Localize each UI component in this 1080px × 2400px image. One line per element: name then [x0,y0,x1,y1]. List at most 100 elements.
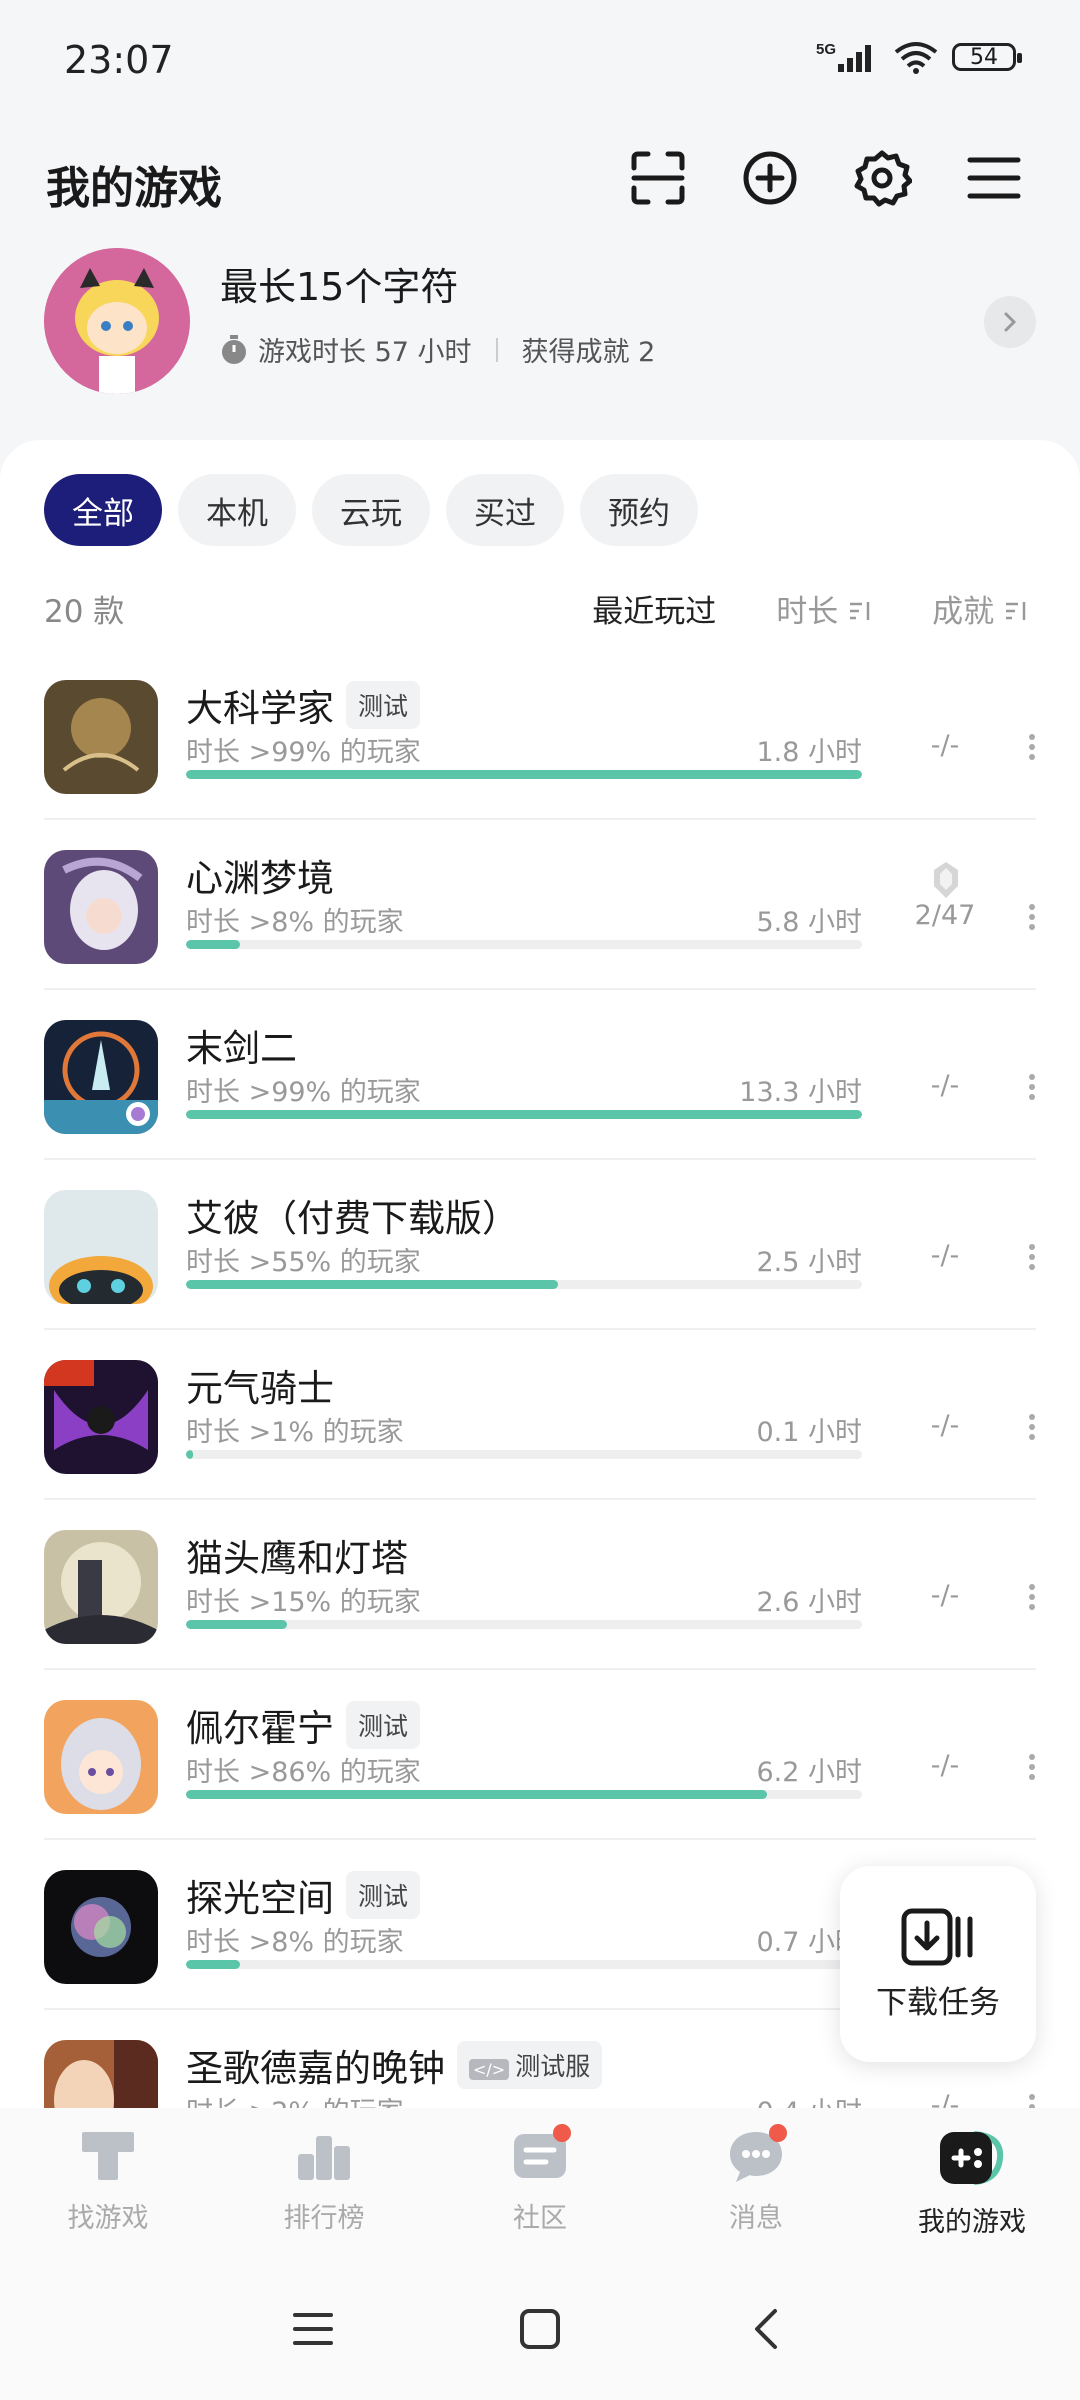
nav-ranking[interactable]: 排行榜 [216,2108,432,2258]
progress-fill [186,940,241,949]
home-icon[interactable] [518,2307,562,2351]
playtime-rank: 时长 >99% 的玩家 [186,1077,421,1108]
more-icon[interactable] [1028,1414,1036,1440]
sort-achievement-button[interactable]: 成就 [932,586,1028,631]
game-icon [44,2040,158,2110]
more-icon[interactable] [1028,734,1036,760]
chip-local[interactable]: 本机 [178,474,296,546]
chip-purchased[interactable]: 买过 [446,474,564,546]
sort-recent[interactable]: 最近玩过 [592,586,716,631]
game-title: 心渊梦境 [186,857,334,900]
game-icon [44,1530,158,1644]
play-hours: 2.6 小时 [756,1587,862,1618]
game-title: 元气骑士 [186,1367,334,1410]
notification-badge [769,2124,787,2142]
game-icon [44,1020,158,1134]
more-icon[interactable] [1028,1584,1036,1610]
sort-achievement-label: 成就 [932,594,995,630]
game-row-da-kexuejia[interactable]: 大科学家 测试 时长 >99% 的玩家 1.8 小时 -/- [0,650,1080,820]
game-row-owl-and-lighthouse[interactable]: 猫头鹰和灯塔 时长 >15% 的玩家 2.6 小时 -/- [0,1500,1080,1670]
game-title: 佩尔霍宁 [186,1707,334,1750]
play-time: 游戏时长 57 小时 [258,337,472,368]
progress-fill [186,770,862,779]
nav-find-game[interactable]: 找游戏 [0,2108,216,2258]
achievement-count: 获得成就 2 [521,337,656,368]
playtime-rank: 时长 >86% 的玩家 [186,1757,421,1788]
nav-community[interactable]: 社区 [432,2108,648,2258]
nav-messages[interactable]: 消息 [648,2108,864,2258]
playtime-rank: 时长 >8% 的玩家 [186,907,404,938]
my-games-icon [940,2131,1004,2185]
bottom-navigation: 找游戏 排行榜 社区 消息 我的游戏 [0,2108,1080,2258]
game-icon [44,1700,158,1814]
chip-all[interactable]: 全部 [44,474,162,546]
game-row-yuanqi-qishi[interactable]: 元气骑士 时长 >1% 的玩家 0.1 小时 -/- [0,1330,1080,1500]
playtime-rank: 时长 >8% 的玩家 [186,1927,404,1958]
avatar[interactable] [44,248,190,394]
chevron-right-icon [1004,312,1017,332]
playtime-rank: 时长 >2% 的玩家 [186,2090,404,2110]
chip-reserved[interactable]: 预约 [580,474,698,546]
game-row-peierhuoning[interactable]: 佩尔霍宁 测试 时长 >86% 的玩家 6.2 小时 -/- [0,1670,1080,1840]
achievement-trophy-icon [934,862,958,898]
game-title: 艾彼（付费下载版） [186,1197,519,1240]
cellular-signal-icon: 5G [816,41,871,72]
gear-icon[interactable] [852,148,912,208]
nav-my-games[interactable]: 我的游戏 [864,2108,1080,2258]
progress-fill [186,1450,193,1459]
status-bar: 23:07 5G 54 [0,0,1080,120]
nav-label: 排行榜 [283,2203,365,2234]
menu-icon[interactable] [964,148,1024,208]
more-icon[interactable] [1028,1244,1036,1270]
game-title-group: 元气骑士 [186,1358,334,1412]
battery-icon: 54 [952,43,1022,71]
stopwatch-icon [222,334,246,364]
playtime-rank: 时长 >1% 的玩家 [186,1417,404,1448]
test-tag: 测试 [346,1871,421,1919]
recent-apps-icon[interactable] [291,2309,335,2349]
find-game-icon [82,2132,134,2180]
game-title: 猫头鹰和灯塔 [186,1537,408,1580]
achievement-progress: -/- [930,1070,960,1101]
page-title: 我的游戏 [46,163,222,214]
game-title-group: 佩尔霍宁 测试 [186,1698,421,1752]
scan-icon[interactable] [628,148,688,208]
playtime-progress [186,1960,862,1969]
progress-fill [186,1960,241,1969]
play-hours: 0.1 小时 [756,1417,862,1448]
download-tasks-button[interactable]: 下载任务 [840,1866,1036,2062]
game-row-aibi[interactable]: 艾彼（付费下载版） 时长 >55% 的玩家 2.5 小时 -/- [0,1160,1080,1330]
sort-options: 最近玩过 时长 成就 [592,586,1028,631]
playtime-progress [186,770,862,779]
nav-label: 社区 [513,2203,567,2234]
chip-cloud[interactable]: 云玩 [312,474,430,546]
play-hours: 1.8 小时 [756,737,862,768]
nav-label: 消息 [729,2203,783,2234]
add-icon[interactable] [740,148,800,208]
sort-time-button[interactable]: 时长 [776,586,872,631]
more-icon[interactable] [1028,1754,1036,1780]
battery-level: 54 [970,44,998,70]
more-icon[interactable] [1028,1074,1036,1100]
game-row-mojian-er[interactable]: 末剑二 时长 >99% 的玩家 13.3 小时 -/- [0,990,1080,1160]
achievement-progress: -/- [930,730,960,761]
playtime-progress [186,1620,862,1629]
playtime-rank: 时长 >15% 的玩家 [186,1587,421,1618]
achievement-progress: -/- [930,1240,960,1271]
wifi-icon [894,42,938,74]
more-icon[interactable] [1028,904,1036,930]
sort-icon [1006,602,1026,620]
game-icon [44,1360,158,1474]
playtime-progress [186,940,862,949]
profile-name: 最长15个字符 [220,265,459,309]
game-count: 20 款 [44,594,125,630]
game-row-xinyuan-mengjing[interactable]: 心渊梦境 时长 >8% 的玩家 5.8 小时 2/47 [0,820,1080,990]
back-icon[interactable] [745,2307,789,2351]
achievement-progress: -/- [930,2090,960,2110]
game-title-group: 末剑二 [186,1018,297,1072]
status-icons: 5G 54 [816,40,1022,74]
header-actions [628,148,1024,208]
profile-arrow-button[interactable] [984,296,1036,348]
sort-icon [850,602,870,620]
profile-stats: 游戏时长 57 小时 获得成就 2 [220,330,655,369]
